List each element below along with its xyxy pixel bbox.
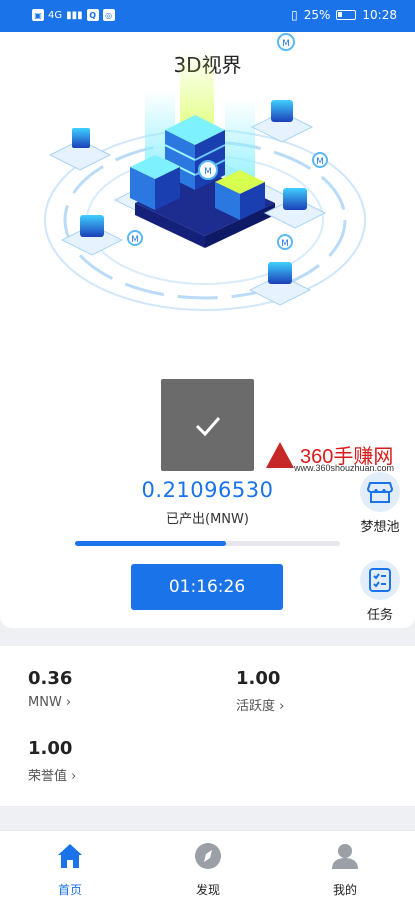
task-button[interactable]: 任务 (357, 560, 403, 623)
nav-profile[interactable]: 我的 (305, 841, 385, 898)
nav-home[interactable]: 首页 (30, 841, 110, 898)
stat-activity[interactable]: 1.00 活跃度 › (236, 668, 284, 714)
mined-amount-label: 已产出(MNW) (166, 512, 249, 527)
mining-timer-button[interactable]: 01:16:26 (131, 564, 283, 610)
svg-text:M: M (281, 239, 289, 249)
stat-mnw[interactable]: 0.36 MNW › (28, 668, 72, 710)
nav-profile-label: 我的 (332, 883, 357, 897)
task-list-icon (360, 560, 400, 600)
user-icon (332, 844, 358, 869)
compass-icon (195, 843, 221, 869)
bottom-nav: 首页 发现 我的 (0, 830, 415, 901)
stat-activity-value: 1.00 (236, 668, 281, 689)
nav-discover[interactable]: 发现 (168, 841, 248, 898)
signal-icon: ▮▮▮ (66, 9, 83, 21)
stats-panel: 0.36 MNW › 1.00 活跃度 › 1.00 荣誉值 › (0, 646, 415, 806)
stat-mnw-value: 0.36 (28, 668, 73, 689)
mined-amount: 0.21096530 (141, 478, 274, 502)
checkmark-icon (195, 417, 220, 437)
stat-activity-label: 活跃度 › (236, 699, 285, 714)
svg-text:M: M (282, 39, 290, 49)
watermark-triangle-icon (266, 442, 294, 468)
success-toast (161, 379, 254, 471)
isometric-server-illustration: M M M M M (44, 33, 366, 311)
network-type: 4G (48, 9, 63, 21)
task-label: 任务 (366, 608, 393, 623)
home-icon (58, 844, 82, 868)
mining-progress-fill (75, 541, 227, 546)
watermark-logo: 360手赚网 www.360shouzhuan.com (266, 442, 408, 476)
stat-mnw-label: MNW › (28, 695, 72, 710)
mining-progress-bar (75, 541, 340, 546)
nav-home-label: 首页 (57, 883, 82, 897)
stat-honor[interactable]: 1.00 荣誉值 › (28, 738, 76, 784)
svg-text:M: M (204, 167, 212, 177)
svg-text:M: M (131, 235, 139, 245)
svg-text:M: M (316, 157, 324, 167)
battery-icon (336, 10, 357, 20)
stat-honor-label: 荣誉值 › (28, 769, 77, 784)
stat-honor-value: 1.00 (28, 738, 73, 759)
nav-discover-label: 发现 (195, 883, 220, 897)
